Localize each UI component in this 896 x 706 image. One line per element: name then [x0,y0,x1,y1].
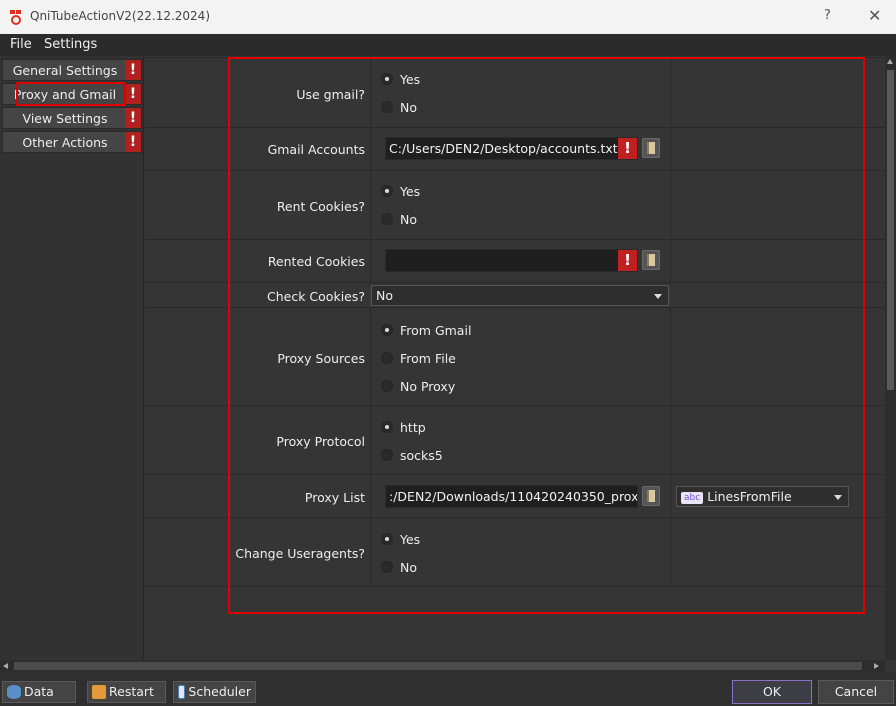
rent-cookies-label: Rent Cookies? [276,199,365,214]
proxy-list-input[interactable]: :/DEN2/Downloads/110420240350_proxy.txt [385,485,638,508]
use-gmail-label: Use gmail? [296,87,365,102]
check-cookies-select[interactable]: No [371,285,669,306]
app-icon [10,10,21,25]
sidebar-item-label: General Settings [12,63,118,78]
warning-icon: ! [125,132,141,152]
warning-icon: ! [618,250,637,271]
sidebar-item-other-actions[interactable]: Other Actions ! [2,131,142,153]
change-useragents-no-radio[interactable]: No [381,559,417,575]
radio-unchecked-icon [381,561,393,573]
sidebar: General Settings ! Proxy and Gmail ! Vie… [0,56,144,660]
scroll-right-icon[interactable] [874,663,879,669]
chevron-down-icon [834,495,842,500]
title-bar: QniTubeActionV2(22.12.2024) ? ✕ [0,0,896,34]
data-button[interactable]: Data [2,681,76,703]
change-useragents-label: Change Useragents? [235,546,365,561]
database-icon [7,685,21,699]
proxy-source-none-radio[interactable]: No Proxy [381,378,455,394]
proxy-source-file-radio[interactable]: From File [381,350,456,366]
book-icon [647,254,655,266]
radio-checked-icon [381,185,393,197]
vertical-scrollbar[interactable] [885,56,896,660]
help-button[interactable]: ? [824,8,831,23]
menu-file[interactable]: File [10,37,32,52]
radio-unchecked-icon [381,101,393,113]
rented-cookies-input[interactable]: ! [385,249,638,272]
gmail-accounts-input[interactable]: C:/Users/DEN2/Desktop/accounts.txt ! [385,137,638,160]
proxy-source-gmail-radio[interactable]: From Gmail [381,322,471,338]
menu-settings[interactable]: Settings [44,37,97,52]
cancel-button[interactable]: Cancel [818,680,894,704]
book-icon [647,142,655,154]
proxy-list-label: Proxy List [304,490,365,505]
radio-unchecked-icon [381,352,393,364]
warning-icon: ! [125,84,141,104]
browse-file-button[interactable] [642,250,660,270]
change-useragents-yes-radio[interactable]: Yes [381,531,420,547]
rent-cookies-row: Rent Cookies? Yes No [145,171,885,240]
gmail-accounts-label: Gmail Accounts [267,142,365,157]
proxy-protocol-row: Proxy Protocol http socks5 [145,406,885,475]
use-gmail-row: Use gmail? Yes No [145,58,885,128]
radio-unchecked-icon [381,449,393,461]
sidebar-item-view-settings[interactable]: View Settings ! [2,107,142,129]
calendar-icon [178,685,186,699]
gmail-accounts-row: Gmail Accounts C:/Users/DEN2/Desktop/acc… [145,128,885,171]
warning-icon: ! [125,108,141,128]
warning-icon: ! [618,138,637,159]
change-useragents-row: Change Useragents? Yes No [145,518,885,587]
scrollbar-thumb[interactable] [887,70,894,390]
window-title: QniTubeActionV2(22.12.2024) [30,9,210,23]
sidebar-item-label: Other Actions [22,135,108,150]
menu-bar: File Settings [0,34,896,56]
bottom-bar: Data Restart Scheduler OK Cancel [0,672,896,706]
text-type-icon: abc [681,491,704,504]
book-icon [647,490,655,502]
restart-button[interactable]: Restart [87,681,166,703]
check-cookies-label: Check Cookies? [267,289,365,304]
rent-cookies-yes-radio[interactable]: Yes [381,183,420,199]
chevron-down-icon [654,294,662,299]
check-cookies-row: Check Cookies? No [145,283,885,308]
scrollbar-thumb[interactable] [14,662,862,670]
horizontal-scrollbar[interactable] [0,660,885,672]
radio-checked-icon [381,421,393,433]
scroll-up-icon[interactable] [887,59,893,64]
proxy-protocol-socks5-radio[interactable]: socks5 [381,447,443,463]
radio-unchecked-icon [381,213,393,225]
use-gmail-yes-radio[interactable]: Yes [381,71,420,87]
radio-checked-icon [381,324,393,336]
sidebar-item-general-settings[interactable]: General Settings ! [2,59,142,81]
radio-unchecked-icon [381,380,393,392]
radio-checked-icon [381,73,393,85]
warning-icon: ! [125,60,141,80]
proxy-list-row: Proxy List :/DEN2/Downloads/110420240350… [145,475,885,518]
rent-cookies-no-radio[interactable]: No [381,211,417,227]
use-gmail-no-radio[interactable]: No [381,99,417,115]
proxy-list-source-select[interactable]: abc LinesFromFile [676,486,849,507]
rented-cookies-row: Rented Cookies ! [145,240,885,283]
close-button[interactable]: ✕ [868,6,881,25]
sidebar-item-label: View Settings [22,111,108,126]
scheduler-button[interactable]: Scheduler [173,681,256,703]
highlight-box [16,82,126,106]
proxy-protocol-label: Proxy Protocol [276,434,365,449]
restart-icon [92,685,106,699]
radio-checked-icon [381,533,393,545]
browse-file-button[interactable] [642,486,660,506]
rented-cookies-label: Rented Cookies [267,254,365,269]
proxy-sources-row: Proxy Sources From Gmail From File No Pr… [145,308,885,406]
browse-file-button[interactable] [642,138,660,158]
ok-button[interactable]: OK [732,680,812,704]
proxy-sources-label: Proxy Sources [277,351,365,366]
proxy-protocol-http-radio[interactable]: http [381,419,426,435]
settings-panel: Use gmail? Yes No Gmail Accounts C:/User… [145,56,885,660]
scroll-left-icon[interactable] [3,663,8,669]
